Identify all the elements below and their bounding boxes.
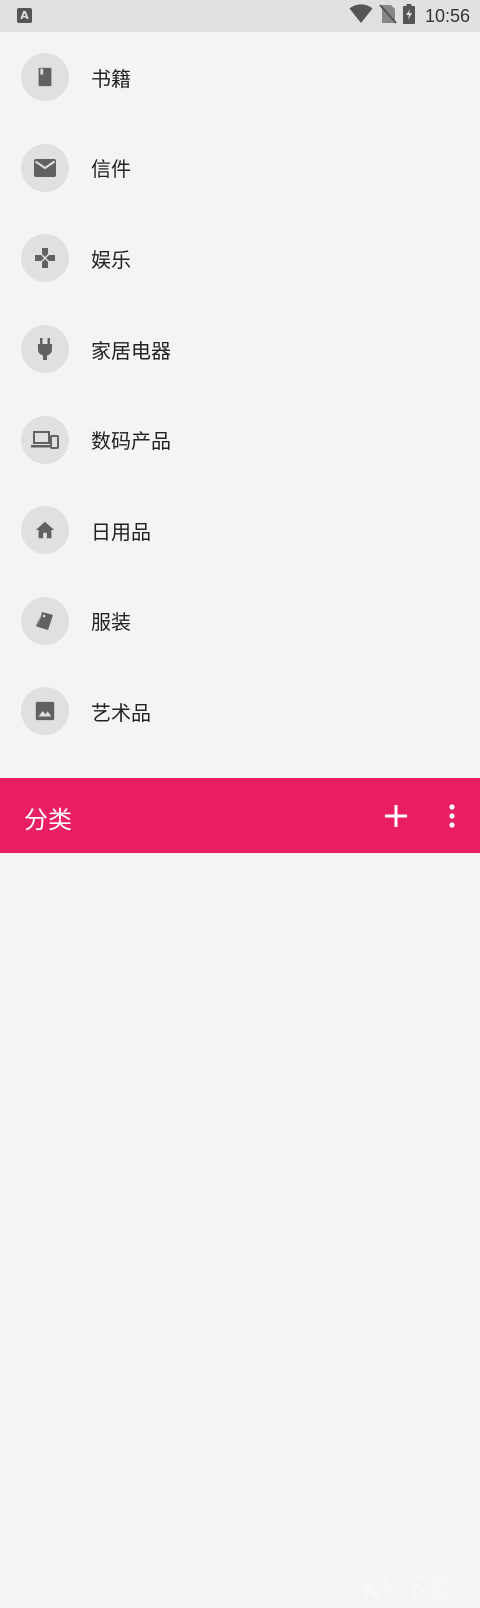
category-item-daily-necessities[interactable]: 日用品 bbox=[0, 485, 480, 576]
gamepad-icon bbox=[21, 234, 69, 283]
category-item-clothing[interactable]: 服装 bbox=[0, 576, 480, 667]
category-label: 信件 bbox=[91, 157, 131, 182]
bottom-app-bar: 分类 Kk下载 bbox=[0, 778, 480, 1606]
category-label: 书籍 bbox=[91, 66, 131, 91]
category-item-artwork[interactable]: 艺术品 bbox=[0, 666, 480, 757]
more-vert-icon[interactable] bbox=[440, 798, 464, 834]
mail-icon bbox=[21, 143, 69, 192]
category-label: 服装 bbox=[91, 610, 131, 635]
home-icon bbox=[21, 506, 69, 555]
category-item-letters[interactable]: 信件 bbox=[0, 123, 480, 214]
category-label: 日用品 bbox=[91, 519, 151, 544]
image-icon bbox=[21, 687, 69, 736]
book-icon bbox=[21, 53, 69, 102]
style-tag-icon bbox=[21, 596, 69, 645]
app-a-icon: A bbox=[17, 8, 32, 23]
battery-charging-icon bbox=[402, 4, 415, 28]
screen-title: 分类 bbox=[24, 806, 72, 834]
category-label: 娱乐 bbox=[91, 247, 131, 272]
add-icon[interactable] bbox=[378, 798, 414, 834]
status-icons: 10:56 bbox=[349, 0, 480, 32]
category-item-books[interactable]: 书籍 bbox=[0, 32, 480, 123]
no-sim-icon bbox=[379, 4, 397, 28]
category-item-entertainment[interactable]: 娱乐 bbox=[0, 213, 480, 304]
category-label: 艺术品 bbox=[91, 700, 151, 725]
category-item-digital-products[interactable]: 数码产品 bbox=[0, 394, 480, 485]
status-bar: A 10:56 bbox=[0, 0, 480, 32]
devices-icon bbox=[21, 415, 69, 464]
category-label: 数码产品 bbox=[91, 429, 171, 454]
category-item-home-appliances[interactable]: 家居电器 bbox=[0, 304, 480, 395]
plug-icon bbox=[21, 325, 69, 374]
category-list: 书籍 信件 娱乐 家居电器 数码产品 日用品 服装 艺术品 bbox=[0, 32, 480, 757]
watermark: Kk下载 bbox=[360, 1573, 457, 1606]
wifi-icon bbox=[349, 4, 373, 28]
status-time: 10:56 bbox=[424, 5, 470, 26]
category-label: 家居电器 bbox=[91, 338, 171, 363]
